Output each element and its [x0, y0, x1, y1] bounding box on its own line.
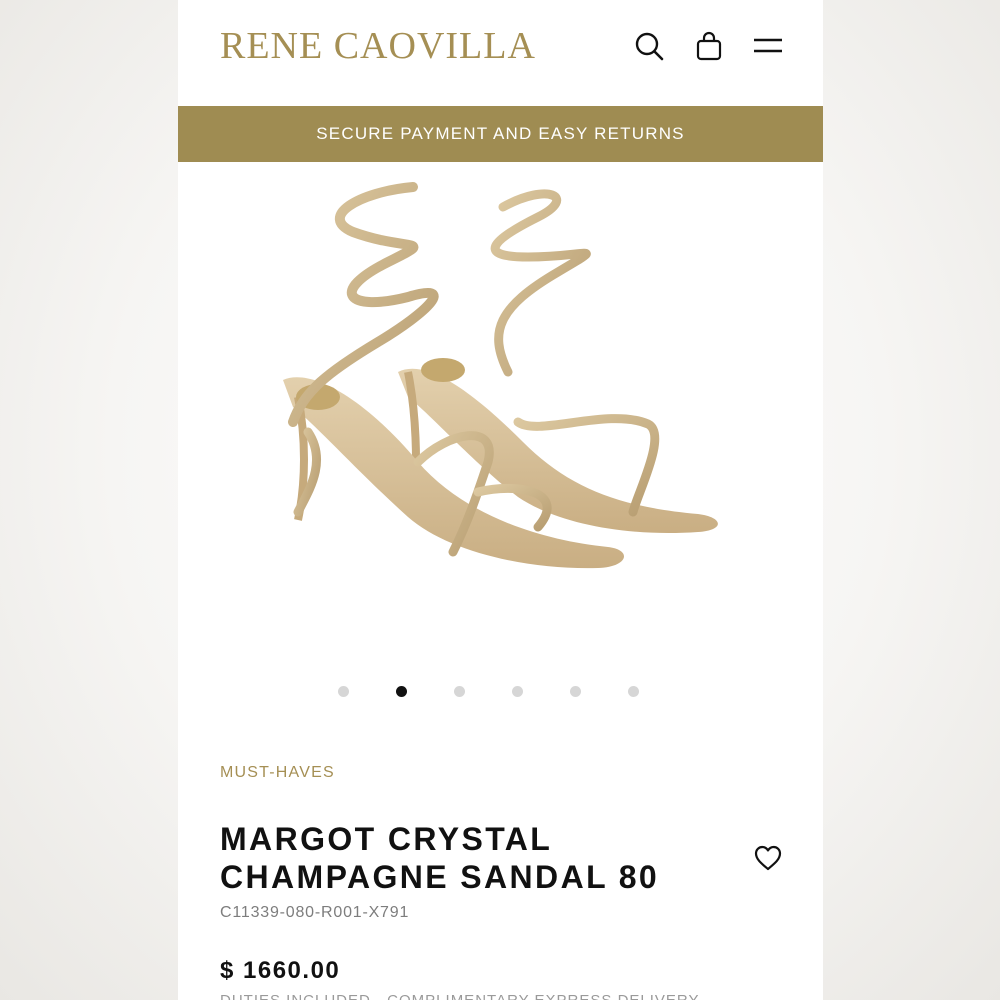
gallery-dot[interactable]	[512, 686, 523, 697]
gallery-dot[interactable]	[628, 686, 639, 697]
menu-icon[interactable]	[752, 30, 784, 62]
brand-logo[interactable]: RENE CAOVILLA	[220, 24, 536, 68]
product-title: MARGOT CRYSTAL CHAMPAGNE SANDAL 80	[220, 820, 720, 896]
product-category[interactable]: MUST-HAVES	[220, 764, 335, 782]
shopping-bag-icon[interactable]	[693, 30, 725, 62]
gallery-dot[interactable]	[338, 686, 349, 697]
product-page: RENE CAOVILLA SECURE PAYMENT AND EASY RE…	[178, 0, 823, 1000]
heart-icon[interactable]	[753, 843, 783, 873]
product-title-line-2: CHAMPAGNE SANDAL 80	[220, 859, 660, 895]
promo-banner-text: SECURE PAYMENT AND EASY RETURNS	[316, 124, 685, 143]
product-sku: C11339-080-R001-X791	[220, 904, 410, 921]
sandal-illustration	[283, 182, 718, 569]
product-title-line-1: MARGOT CRYSTAL	[220, 821, 553, 857]
gallery-pagination	[178, 686, 823, 702]
gallery-dot[interactable]	[454, 686, 465, 697]
product-image[interactable]	[178, 162, 823, 662]
site-header: RENE CAOVILLA	[178, 0, 823, 105]
gallery-dot[interactable]	[570, 686, 581, 697]
delivery-note: DUTIES INCLUDED · COMPLIMENTARY EXPRESS …	[220, 992, 700, 1000]
promo-banner: SECURE PAYMENT AND EASY RETURNS	[178, 106, 823, 162]
gallery-dot-active[interactable]	[396, 686, 407, 697]
search-icon[interactable]	[633, 30, 665, 62]
product-price: $ 1660.00	[220, 957, 341, 984]
